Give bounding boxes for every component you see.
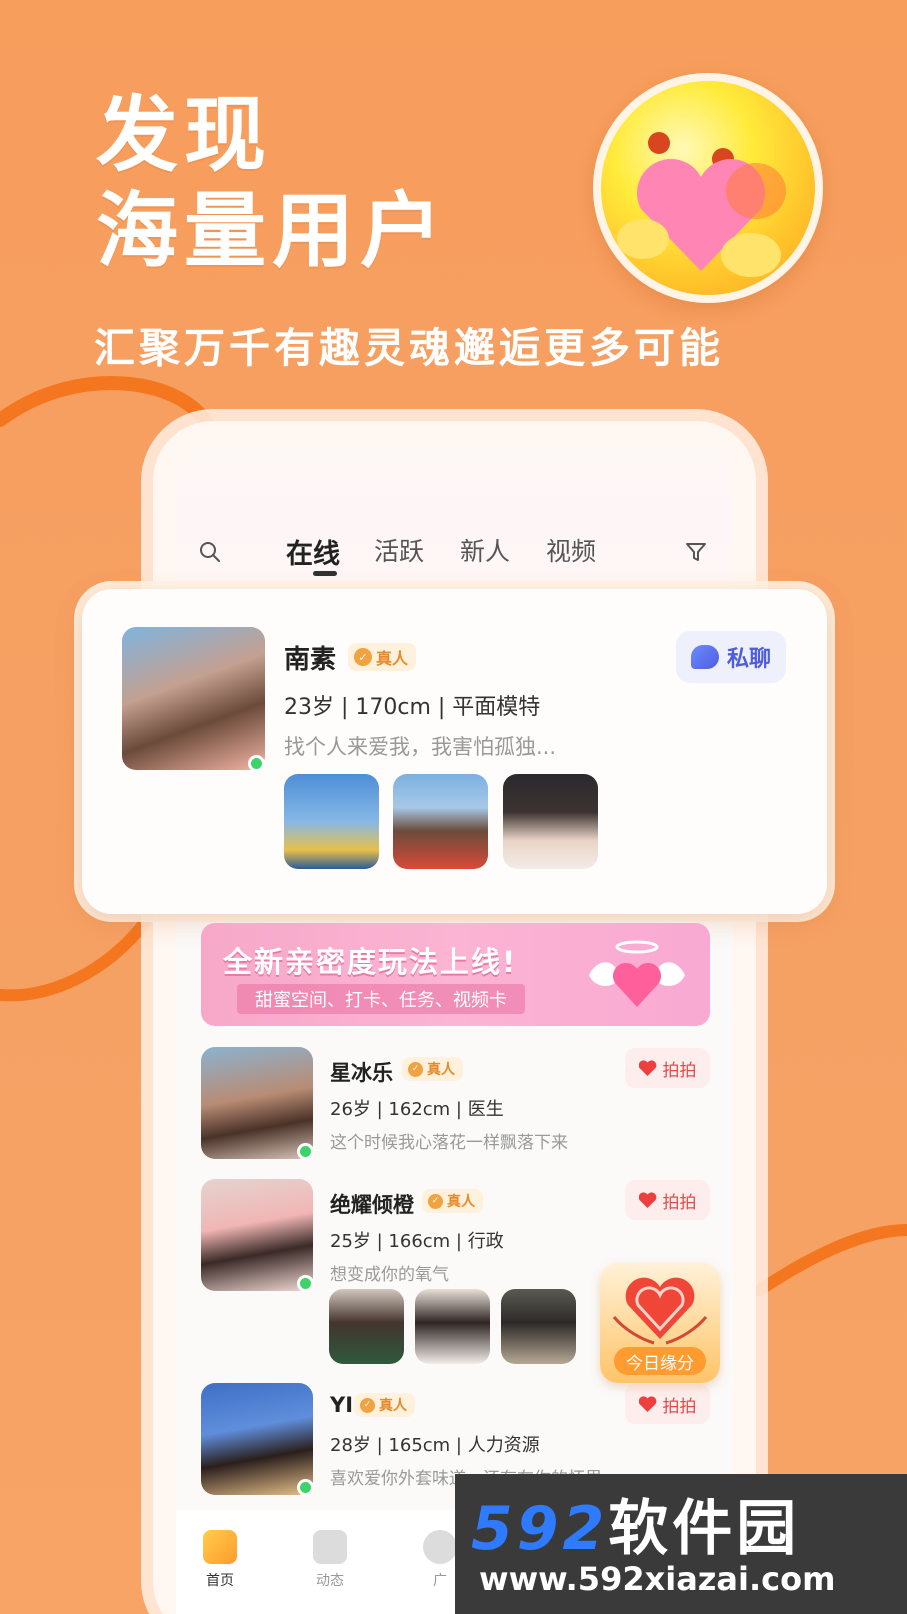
watermark: 592软件园 www.592xiazai.com: [455, 1474, 907, 1614]
home-heart-icon: [203, 1530, 237, 1564]
gallery-photo[interactable]: [503, 774, 598, 869]
banner-subtitle: 甜蜜空间、打卡、任务、视频卡: [237, 984, 525, 1014]
nav-moments[interactable]: 动态: [290, 1530, 370, 1590]
verified-badge: ✓ 真人: [402, 1057, 463, 1081]
pat-button-label: 拍拍: [662, 1396, 697, 1417]
hands-heart-icon: [612, 1277, 708, 1345]
nav-moments-label: 动态: [316, 1573, 344, 1589]
heart-icon: [639, 1192, 657, 1208]
tab-online[interactable]: 在线: [286, 532, 340, 571]
private-chat-button[interactable]: 私聊: [676, 631, 786, 683]
today-fate-widget[interactable]: 今日缘分: [600, 1263, 720, 1383]
verified-badge-label: 真人: [427, 1062, 455, 1078]
heart-icon: [639, 1060, 657, 1076]
tab-video[interactable]: 视频: [546, 532, 596, 568]
gallery-photo[interactable]: [284, 774, 379, 869]
verified-badge-label: 真人: [447, 1194, 475, 1210]
user-info: 23岁 | 170cm | 平面模特: [284, 695, 541, 720]
search-icon[interactable]: [198, 540, 222, 564]
nav-plaza-label: 广: [433, 1573, 447, 1589]
user-name: 南素: [284, 645, 337, 675]
avatar[interactable]: [201, 1047, 313, 1159]
tab-newcomer[interactable]: 新人: [460, 532, 510, 568]
pat-button-label: 拍拍: [662, 1192, 697, 1213]
winged-heart-icon: [589, 940, 685, 1007]
heart-icon: [639, 1396, 657, 1412]
avatar[interactable]: [201, 1383, 313, 1495]
activity-icon: [313, 1530, 347, 1564]
today-fate-label: 今日缘分: [614, 1347, 706, 1375]
verified-badge: ✓ 真人: [348, 643, 417, 671]
verified-badge-label: 真人: [379, 1398, 407, 1414]
user-info: 26岁 | 162cm | 医生: [330, 1099, 504, 1120]
verified-badge-label: 真人: [376, 649, 409, 668]
pat-button[interactable]: 拍拍: [625, 1384, 710, 1424]
user-bio: 想变成你的氧气: [330, 1265, 449, 1285]
active-tab-indicator: [313, 571, 337, 576]
hero-title: 发现 海量用户: [96, 88, 448, 280]
verified-icon: ✓: [428, 1193, 443, 1209]
nav-home[interactable]: 首页: [180, 1530, 260, 1590]
online-indicator: [297, 1143, 314, 1160]
pat-button[interactable]: 拍拍: [625, 1180, 710, 1220]
promo-banner[interactable]: 全新亲密度玩法上线! 甜蜜空间、打卡、任务、视频卡: [201, 923, 710, 1026]
tab-bar: 在线 活跃 新人 视频: [176, 520, 733, 580]
online-indicator: [248, 755, 265, 772]
verified-icon: ✓: [360, 1397, 375, 1413]
user-info: 25岁 | 166cm | 行政: [330, 1231, 504, 1252]
verified-icon: ✓: [408, 1061, 423, 1077]
pat-button[interactable]: 拍拍: [625, 1048, 710, 1088]
heart-emoji-icon: [593, 73, 823, 303]
private-chat-label: 私聊: [726, 647, 771, 672]
avatar[interactable]: [122, 627, 265, 770]
gallery-photo[interactable]: [393, 774, 488, 869]
user-bio: 这个时候我心落花一样飘落下来: [330, 1133, 568, 1153]
watermark-brand-text: 软件园: [608, 1494, 801, 1564]
watermark-brand: 592软件园: [471, 1480, 800, 1567]
online-indicator: [297, 1275, 314, 1292]
online-indicator: [297, 1479, 314, 1496]
verified-badge: ✓ 真人: [422, 1189, 483, 1213]
watermark-brand-number: 592: [471, 1494, 609, 1564]
user-name: 星冰乐: [330, 1061, 393, 1085]
banner-title: 全新亲密度玩法上线!: [223, 945, 518, 979]
gallery-photo[interactable]: [501, 1289, 576, 1364]
featured-user-card[interactable]: 南素 ✓ 真人 23岁 | 170cm | 平面模特 找个人来爱我，我害怕孤独.…: [82, 589, 827, 914]
user-name: YI: [330, 1393, 354, 1417]
user-bio: 找个人来爱我，我害怕孤独...: [284, 735, 557, 759]
plaza-icon: [423, 1530, 457, 1564]
gallery-photo[interactable]: [329, 1289, 404, 1364]
nav-home-label: 首页: [206, 1573, 234, 1589]
gallery-photo[interactable]: [415, 1289, 490, 1364]
hero-subtitle: 汇聚万千有趣灵魂邂逅更多可能: [94, 324, 724, 372]
verified-badge: ✓ 真人: [354, 1393, 415, 1417]
pat-button-label: 拍拍: [662, 1060, 697, 1081]
hero-title-line2: 海量用户: [96, 184, 449, 279]
user-name: 绝耀倾橙: [330, 1193, 414, 1217]
tab-active[interactable]: 活跃: [374, 532, 424, 568]
watermark-url: www.592xiazai.com: [479, 1560, 836, 1598]
avatar[interactable]: [201, 1179, 313, 1291]
user-info: 28岁 | 165cm | 人力资源: [330, 1435, 540, 1456]
chat-bubble-icon: [690, 645, 719, 669]
hero-title-line1: 发现: [96, 88, 273, 183]
verified-icon: ✓: [354, 648, 372, 666]
list-item[interactable]: 星冰乐 ✓ 真人 26岁 | 162cm | 医生 这个时候我心落花一样飘落下来…: [176, 1045, 733, 1165]
filter-icon[interactable]: [684, 540, 708, 564]
